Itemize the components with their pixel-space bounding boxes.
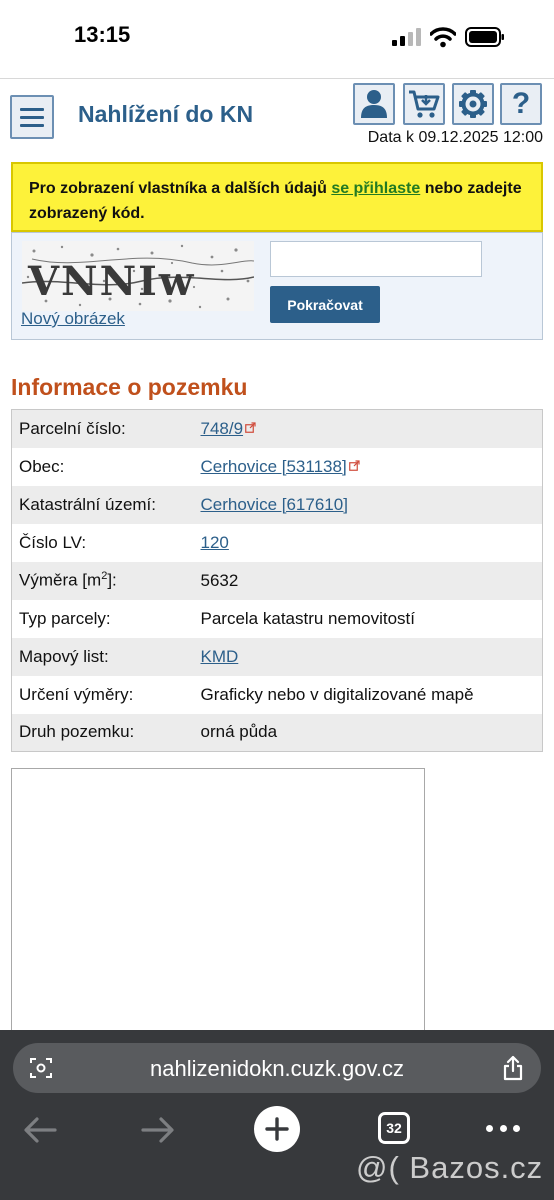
status-time: 13:15 [74, 22, 131, 47]
settings-button[interactable] [452, 83, 494, 125]
table-row: Typ parcely: Parcela katastru nemovitost… [11, 599, 543, 638]
row-label: Parcelní číslo: [19, 418, 126, 438]
cart-button[interactable] [403, 83, 445, 125]
row-value: 5632 [200, 570, 239, 590]
wifi-icon [430, 27, 456, 48]
map-frame[interactable] [11, 768, 425, 1038]
forward-button[interactable] [138, 1110, 178, 1150]
table-row: Druh pozemku: orná půda [11, 713, 543, 752]
external-link-icon [348, 459, 360, 471]
cadastral-area-link[interactable]: Cerhovice [617610] [201, 495, 348, 514]
row-value: orná půda [200, 722, 278, 742]
row-label: Katastrální území: [19, 494, 157, 514]
plus-icon [265, 1117, 289, 1141]
new-tab-button[interactable] [254, 1106, 300, 1152]
new-image-link[interactable]: Nový obrázek [21, 309, 125, 329]
arrow-left-icon [24, 1117, 57, 1143]
status-bar: 13:15 [0, 0, 554, 78]
watermark: @( Bazos.cz [356, 1150, 544, 1185]
dot-icon [513, 1125, 520, 1132]
menu-bar-icon [20, 123, 44, 127]
user-button[interactable] [353, 83, 395, 125]
captcha-input[interactable] [270, 241, 482, 277]
hamburger-menu-button[interactable] [10, 95, 54, 139]
login-notice: Pro zobrazení vlastníka a dalších údajů … [11, 162, 543, 232]
continue-button[interactable]: Pokračovat [270, 286, 380, 323]
battery-icon [465, 27, 504, 47]
area-label-end: ]: [107, 570, 117, 590]
captcha-panel: VNNIw Nový obrázek Pokračovat [11, 232, 543, 340]
parcel-number-link[interactable]: 748/9 [201, 419, 244, 438]
row-label: Druh pozemku: [19, 722, 135, 742]
arrow-right-icon [141, 1117, 174, 1143]
row-label: Výměra [m2]: [12, 562, 194, 600]
row-label: Typ parcely: [19, 608, 111, 628]
address-bar[interactable]: nahlizenidokn.cuzk.gov.cz [13, 1043, 541, 1093]
signal-icon [392, 28, 421, 46]
site-header: Nahlížení do KN ? Data k 09.12.2025 12:0… [0, 78, 554, 154]
cart-icon [409, 90, 440, 118]
row-label: Číslo LV: [19, 532, 87, 552]
row-value: 120 [194, 524, 543, 562]
menu-bar-icon [20, 115, 44, 119]
row-label: Určení výměry: [19, 684, 134, 704]
row-value: Cerhovice [617610] [194, 486, 543, 524]
table-row: Číslo LV: 120 [11, 523, 543, 562]
map-sheet-link[interactable]: KMD [201, 647, 239, 666]
table-row: Určení výměry: Graficky nebo v digitaliz… [11, 675, 543, 714]
tabs-button[interactable]: 32 [378, 1112, 410, 1144]
table-row: Výměra [m2]: 5632 [11, 561, 543, 600]
row-value: KMD [194, 638, 543, 676]
login-link[interactable]: se přihlaste [331, 180, 420, 197]
table-row: Mapový list: KMD [11, 637, 543, 676]
more-button[interactable] [486, 1125, 520, 1135]
lv-number-link[interactable]: 120 [201, 533, 229, 552]
section-title: Informace o pozemku [11, 374, 248, 400]
menu-bar-icon [20, 107, 44, 111]
url-text: nahlizenidokn.cuzk.gov.cz [150, 1056, 404, 1081]
row-label: Obec: [19, 456, 65, 476]
notice-text-before: Pro zobrazení vlastníka a dalších údajů [29, 180, 332, 197]
parcel-info-table: Parcelní číslo: 748/9 Obec: Cerhovice [5… [11, 409, 543, 752]
area-label: Výměra [m [19, 570, 102, 590]
gear-icon [459, 90, 487, 118]
row-value: Parcela katastru nemovitostí [200, 608, 415, 628]
municipality-link[interactable]: Cerhovice [531138] [201, 457, 347, 476]
row-label: Mapový list: [19, 646, 109, 666]
row-value: Cerhovice [531138] [194, 448, 543, 486]
share-icon[interactable] [501, 1055, 525, 1081]
site-title[interactable]: Nahlížení do KN [78, 101, 253, 128]
table-row: Obec: Cerhovice [531138] [11, 447, 543, 486]
external-link-icon [245, 422, 256, 433]
table-row: Katastrální území: Cerhovice [617610] [11, 485, 543, 524]
user-icon [361, 90, 387, 118]
data-date: Data k 09.12.2025 12:00 [367, 129, 543, 146]
captcha-text: VNNIw [27, 258, 195, 305]
help-button[interactable]: ? [500, 83, 542, 125]
captcha-image: VNNIw [22, 241, 254, 311]
help-icon: ? [511, 87, 531, 120]
row-value: 748/9 [194, 410, 543, 448]
dot-icon [499, 1125, 507, 1132]
row-value: Graficky nebo v digitalizované mapě [200, 684, 474, 704]
table-row: Parcelní číslo: 748/9 [11, 409, 543, 448]
back-button[interactable] [20, 1110, 60, 1150]
dot-icon [486, 1125, 493, 1132]
